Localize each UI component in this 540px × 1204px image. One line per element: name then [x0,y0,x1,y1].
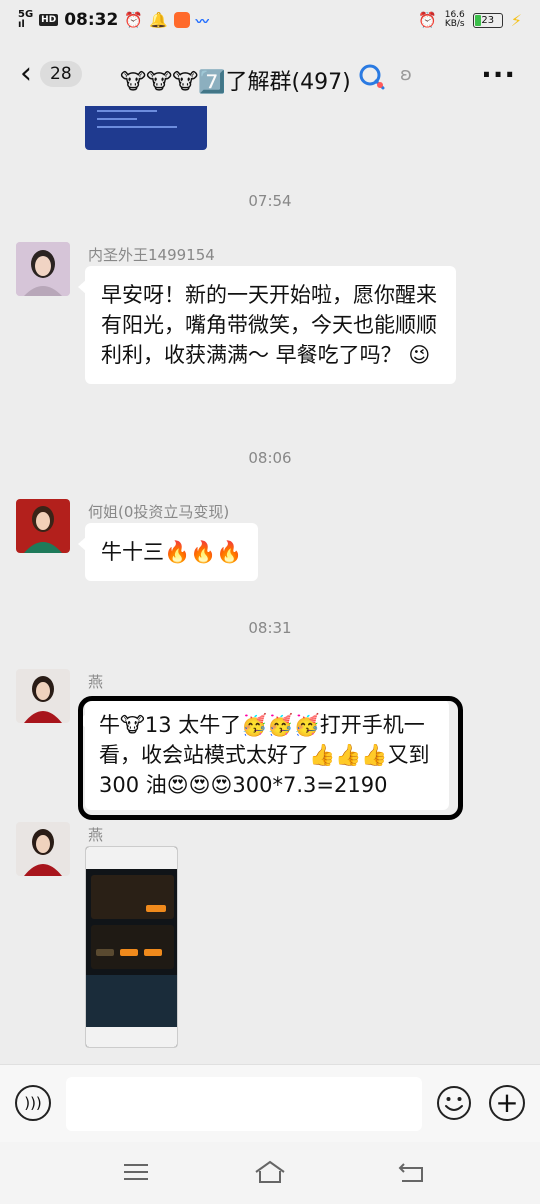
avatar[interactable] [16,822,70,876]
back-button[interactable]: ‹ 28 [20,56,82,91]
sender-name: 燕 [88,673,104,691]
highlight-frame [78,696,463,820]
unread-count-badge: 28 [40,61,82,87]
avatar[interactable] [16,242,70,296]
sender-name: 内圣外王1499154 [88,246,215,264]
voice-input-button[interactable]: ))) [15,1085,51,1121]
timestamp: 08:31 [248,619,292,637]
chat-header: ‹ 28 🐮🐮🐮7️⃣了解群(497) ʚ ··· [0,46,540,106]
back-nav-button[interactable] [396,1158,428,1186]
network-speed: 16.6 KB/s [445,11,465,29]
chat-title[interactable]: 🐮🐮🐮7️⃣了解群(497) [120,64,351,96]
alarm-icon: ⏰ [124,11,143,29]
speed-unit: KB/s [444,19,465,29]
sender-name: 燕 [88,826,104,844]
timestamp: 07:54 [248,192,292,210]
signal-icon: 5G ıl [18,10,33,30]
menu-nav-button[interactable] [120,1158,152,1186]
home-nav-button[interactable] [254,1158,286,1186]
charging-icon: ⚡ [510,10,522,30]
input-bar: ))) + [0,1064,540,1142]
timestamp: 08:06 [248,449,292,467]
screenshot-image-message[interactable] [85,846,178,1048]
hd-badge: HD [39,14,59,26]
notification-bell-icon: 🔔 [149,11,168,29]
sender-name: 何姐(0投资立马变现) [88,503,230,521]
emoji-button[interactable] [436,1085,472,1121]
clock-time: 08:32 [64,10,119,30]
battery-level: 23 [481,14,495,26]
back-chevron-icon: ‹ [20,56,32,91]
signal-bars: ıl [18,19,25,30]
message-bubble[interactable]: 早安呀！新的一天开始啦，愿你醒来有阳光，嘴角带微笑，今天也能顺顺利利，收获满满～… [78,266,456,384]
avatar[interactable] [16,499,70,553]
status-bar: 5G ıl HD 08:32 ⏰ 🔔 〰 ⏰ 16.6 KB/s 23 ⚡ [0,0,540,40]
group-search-icon[interactable] [358,63,386,91]
wave-app-icon: 〰 [195,14,209,30]
image-message-partial[interactable] [85,106,207,150]
system-nav-bar [0,1142,540,1204]
more-options-button[interactable]: ··· [481,58,516,91]
alarm-icon-right: ⏰ [418,11,437,29]
avatar[interactable] [16,669,70,723]
chat-messages[interactable]: 07:54 内圣外王1499154 早安呀！新的一天开始啦，愿你醒来有阳光，嘴角… [0,106,540,1064]
more-functions-button[interactable]: + [489,1085,525,1121]
battery-icon: 23 [472,12,503,28]
message-bubble[interactable]: 牛十三🔥🔥🔥 [77,523,259,581]
message-input[interactable] [66,1077,422,1131]
app-notification-icon [173,12,190,28]
voice-wave-icon: ))) [24,1094,42,1112]
mute-ear-icon: ʚ [400,64,412,85]
